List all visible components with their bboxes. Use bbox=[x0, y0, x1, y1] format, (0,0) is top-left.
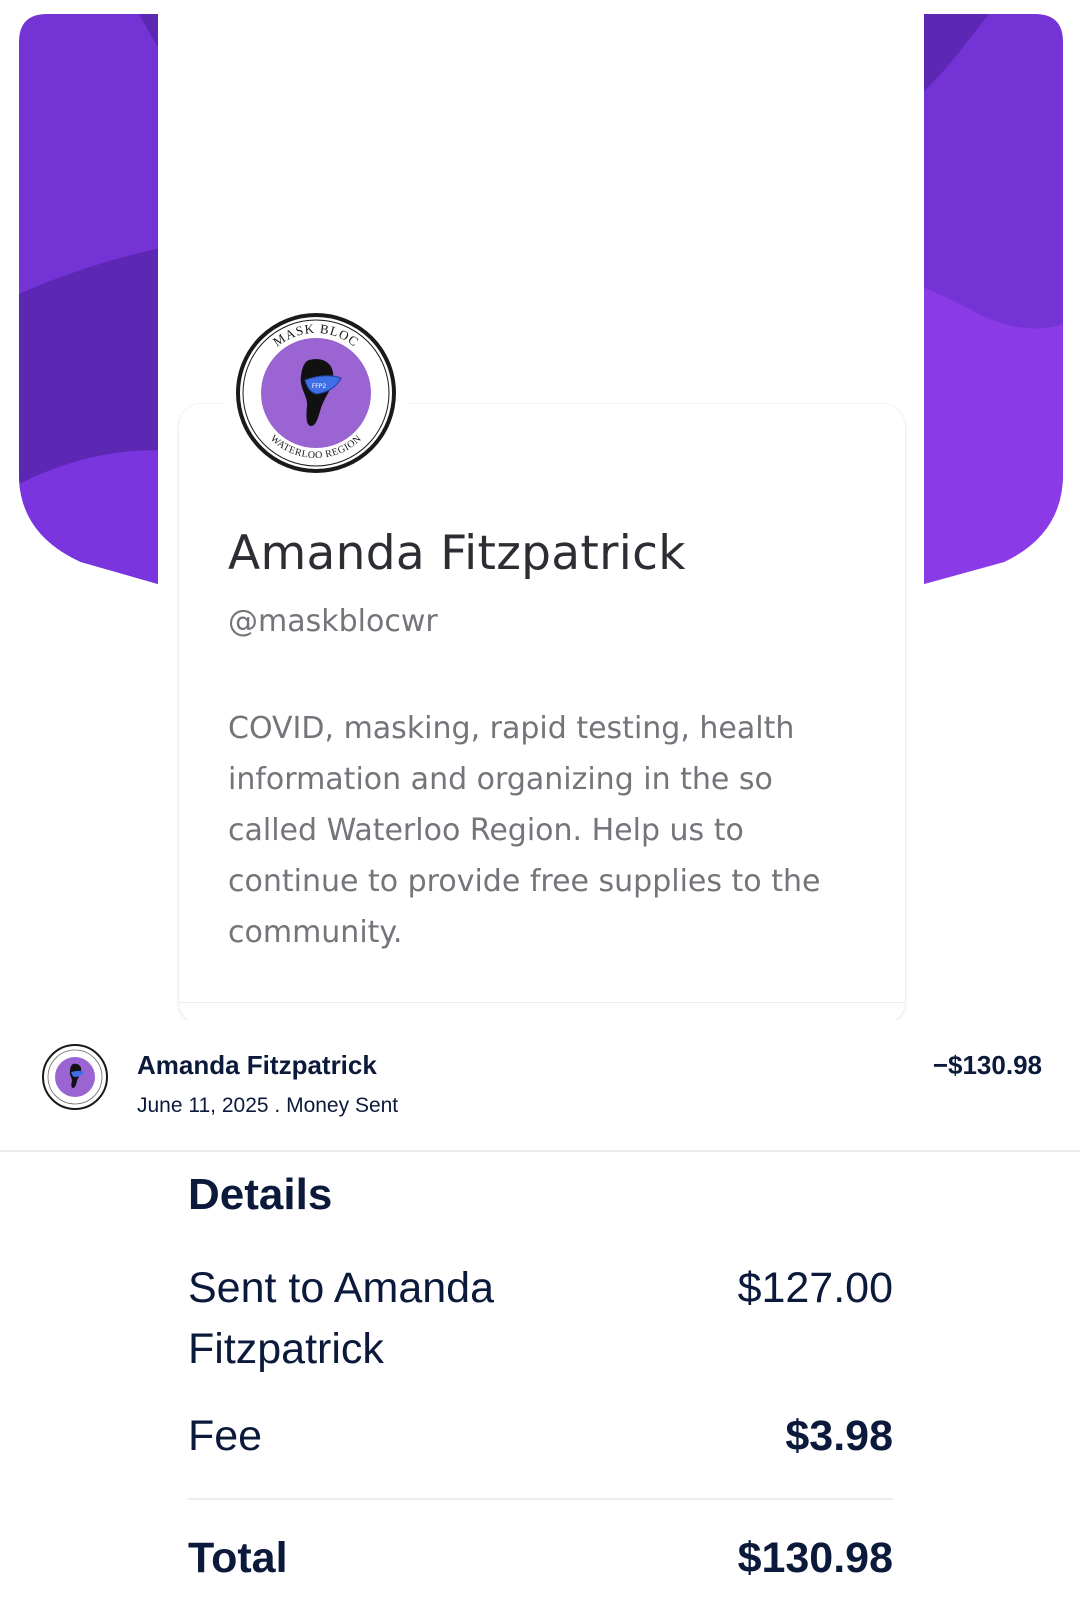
transaction-separator: . bbox=[268, 1094, 287, 1117]
mask-bloc-logo-icon bbox=[42, 1044, 108, 1110]
fee-label: Fee bbox=[188, 1412, 263, 1460]
mask-bloc-logo-icon: FFP2 MASK BLOC WATERLOO REGION bbox=[222, 299, 410, 487]
transaction-amount: −$130.98 bbox=[932, 1050, 1042, 1080]
profile-name: Amanda Fitzpatrick bbox=[228, 526, 686, 581]
sent-to-amount: $127.00 bbox=[737, 1264, 893, 1312]
transaction-subtitle: June 11, 2025 . Money Sent bbox=[137, 1094, 398, 1118]
transaction-name: Amanda Fitzpatrick bbox=[137, 1050, 377, 1080]
profile-handle: @maskblocwr bbox=[228, 604, 438, 639]
total-amount: $130.98 bbox=[737, 1534, 893, 1582]
transaction-type: Money Sent bbox=[286, 1094, 399, 1117]
card-divider bbox=[179, 1002, 905, 1003]
profile-bio: COVID, masking, rapid testing, health in… bbox=[228, 711, 821, 950]
transaction-date: June 11, 2025 bbox=[137, 1094, 269, 1117]
transaction-avatar bbox=[42, 1044, 108, 1110]
logo-mask-text: FFP2 bbox=[312, 383, 327, 390]
transaction-row[interactable]: Amanda Fitzpatrick June 11, 2025 . Money… bbox=[0, 1020, 1080, 1152]
details-divider bbox=[188, 1498, 893, 1500]
avatar: FFP2 MASK BLOC WATERLOO REGION bbox=[221, 298, 411, 488]
fee-amount: $3.98 bbox=[785, 1412, 893, 1460]
details-heading: Details bbox=[188, 1170, 333, 1219]
sent-to-label: Sent to Amanda Fitzpatrick bbox=[188, 1264, 494, 1373]
total-label: Total bbox=[188, 1534, 288, 1582]
